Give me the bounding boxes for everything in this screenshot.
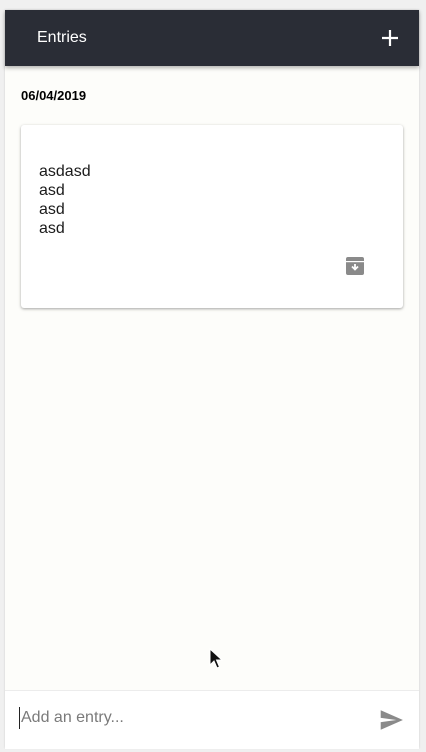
archive-button[interactable] [344,255,366,277]
entry-text: asdasd asd asd asd [39,162,91,238]
date-heading: 06/04/2019 [21,88,87,103]
entry-input[interactable] [19,707,361,729]
entry-composer [5,690,419,749]
entry-line: asd [39,201,65,218]
archive-icon [346,257,364,275]
plus-icon [382,30,398,46]
entry-line: asdasd [39,163,91,180]
entry-card: asdasd asd asd asd [21,125,403,308]
add-entry-button[interactable] [378,26,402,50]
app-bar: Entries [5,10,419,66]
send-icon [380,710,403,730]
page-title: Entries [37,29,87,46]
app-window: Entries 06/04/2019 asdasd asd asd asd [5,10,419,749]
entry-line: asd [39,182,65,199]
entry-line: asd [39,220,65,237]
send-button[interactable] [378,707,404,733]
